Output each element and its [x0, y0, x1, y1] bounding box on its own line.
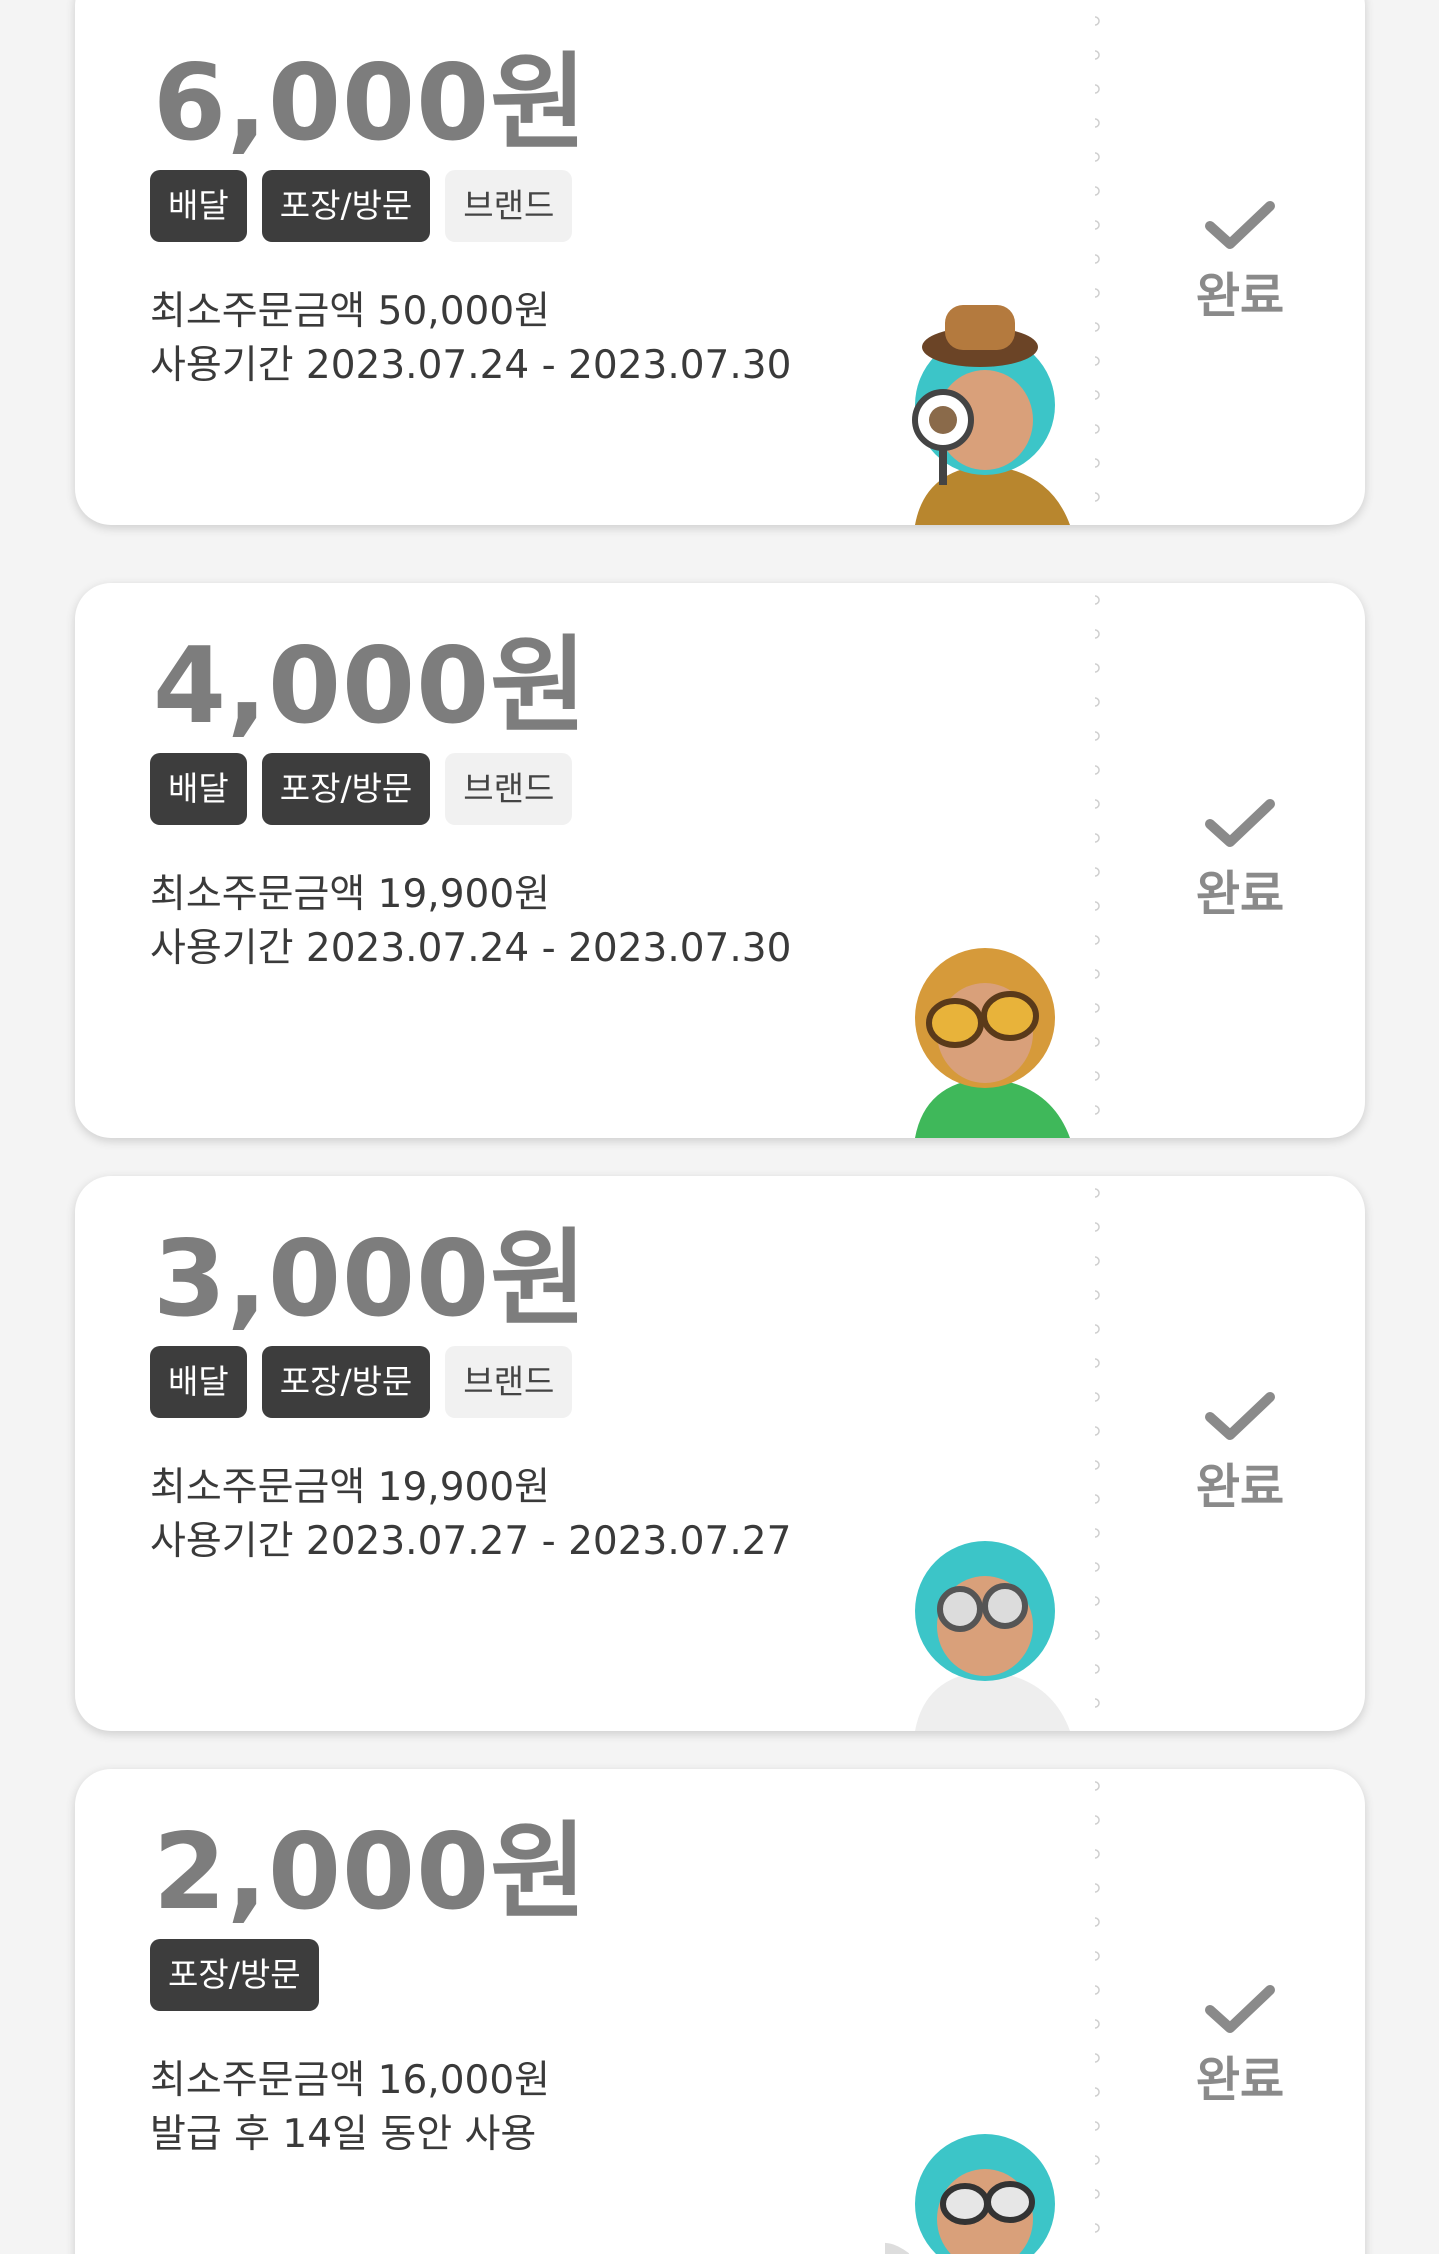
coupon-tag: 브랜드 — [445, 753, 573, 825]
status-label: 완료 — [1195, 267, 1285, 324]
status-stub: 완료 — [1115, 583, 1365, 1138]
coupon-amount: 4,000원 — [153, 625, 588, 747]
coupon-tag: 브랜드 — [445, 170, 573, 242]
period-text: 사용기간 2023.07.24 - 2023.07.30 — [150, 343, 792, 388]
coupon-card[interactable]: 6,000원 배달 포장/방문 브랜드최소주문금액 50,000원사용기간 2023.… — [75, 0, 1365, 525]
character-illustration — [870, 2084, 1100, 2254]
coupon-tag: 배달 — [150, 170, 247, 242]
coupon-tag: 포장/방문 — [150, 1939, 319, 2011]
coupon-amount: 2,000원 — [153, 1811, 588, 1933]
coupon-tags: 배달 포장/방문 브랜드 — [150, 1346, 573, 1418]
coupon-tags: 포장/방문 — [150, 1939, 319, 2011]
perforation-divider — [1095, 0, 1107, 525]
min-order-text: 최소주문금액 19,900원 — [150, 1465, 551, 1510]
coupon-tag: 포장/방문 — [261, 170, 431, 242]
coupon-card[interactable]: 3,000원 배달 포장/방문 브랜드최소주문금액 19,900원사용기간 2023.… — [75, 1176, 1365, 1731]
coupon-conditions: 최소주문금액 19,900원사용기간 2023.07.27 - 2023.07.… — [150, 1461, 791, 1569]
coupon-amount: 3,000원 — [153, 1218, 588, 1340]
coupon-tag: 배달 — [150, 1346, 247, 1418]
coupon-tag: 브랜드 — [445, 1346, 573, 1418]
perforation-divider — [1095, 1176, 1107, 1731]
character-illustration — [885, 285, 1100, 525]
check-icon — [1204, 1984, 1276, 2034]
coupon-tags: 배달 포장/방문 브랜드 — [150, 753, 573, 825]
status-label: 완료 — [1195, 865, 1285, 922]
check-icon — [1204, 200, 1276, 250]
coupon-conditions: 최소주문금액 50,000원사용기간 2023.07.24 - 2023.07.… — [150, 285, 791, 393]
coupon-conditions: 최소주문금액 19,900원사용기간 2023.07.24 - 2023.07.… — [150, 868, 791, 976]
coupon-card[interactable]: 4,000원 배달 포장/방문 브랜드최소주문금액 19,900원사용기간 2023.… — [75, 583, 1365, 1138]
coupon-card[interactable]: 2,000원 포장/방문최소주문금액 16,000원발급 후 14일 동안 사용 완… — [75, 1769, 1365, 2254]
perforation-divider — [1095, 583, 1107, 1138]
status-stub: 완료 — [1115, 1176, 1365, 1731]
period-text: 사용기간 2023.07.24 - 2023.07.30 — [150, 926, 792, 971]
check-icon — [1204, 798, 1276, 848]
coupon-tag: 포장/방문 — [261, 753, 431, 825]
coupon-tags: 배달 포장/방문 브랜드 — [150, 170, 573, 242]
check-icon — [1204, 1391, 1276, 1441]
min-order-text: 최소주문금액 16,000원 — [150, 2058, 551, 2103]
status-stub: 완료 — [1115, 0, 1365, 525]
perforation-divider — [1095, 1769, 1107, 2254]
character-illustration — [885, 1491, 1100, 1731]
status-stub: 완료 — [1115, 1769, 1365, 2254]
coupon-conditions: 최소주문금액 16,000원발급 후 14일 동안 사용 — [150, 2054, 550, 2162]
coupon-amount: 6,000원 — [153, 42, 588, 164]
coupon-tag: 배달 — [150, 753, 247, 825]
coupon-list: 6,000원 배달 포장/방문 브랜드 최소주문금액 50,000원 사용기간 2023.… — [0, 0, 1439, 2254]
min-order-text: 최소주문금액 50,000원 — [150, 289, 551, 334]
min-order-text: 최소주문금액 19,900원 — [150, 872, 551, 917]
coupon-tag: 포장/방문 — [261, 1346, 431, 1418]
status-label: 완료 — [1195, 2051, 1285, 2108]
period-text: 사용기간 2023.07.27 - 2023.07.27 — [150, 1519, 792, 1564]
period-text: 발급 후 14일 동안 사용 — [150, 2112, 537, 2157]
status-label: 완료 — [1195, 1458, 1285, 1515]
character-illustration — [885, 898, 1100, 1138]
